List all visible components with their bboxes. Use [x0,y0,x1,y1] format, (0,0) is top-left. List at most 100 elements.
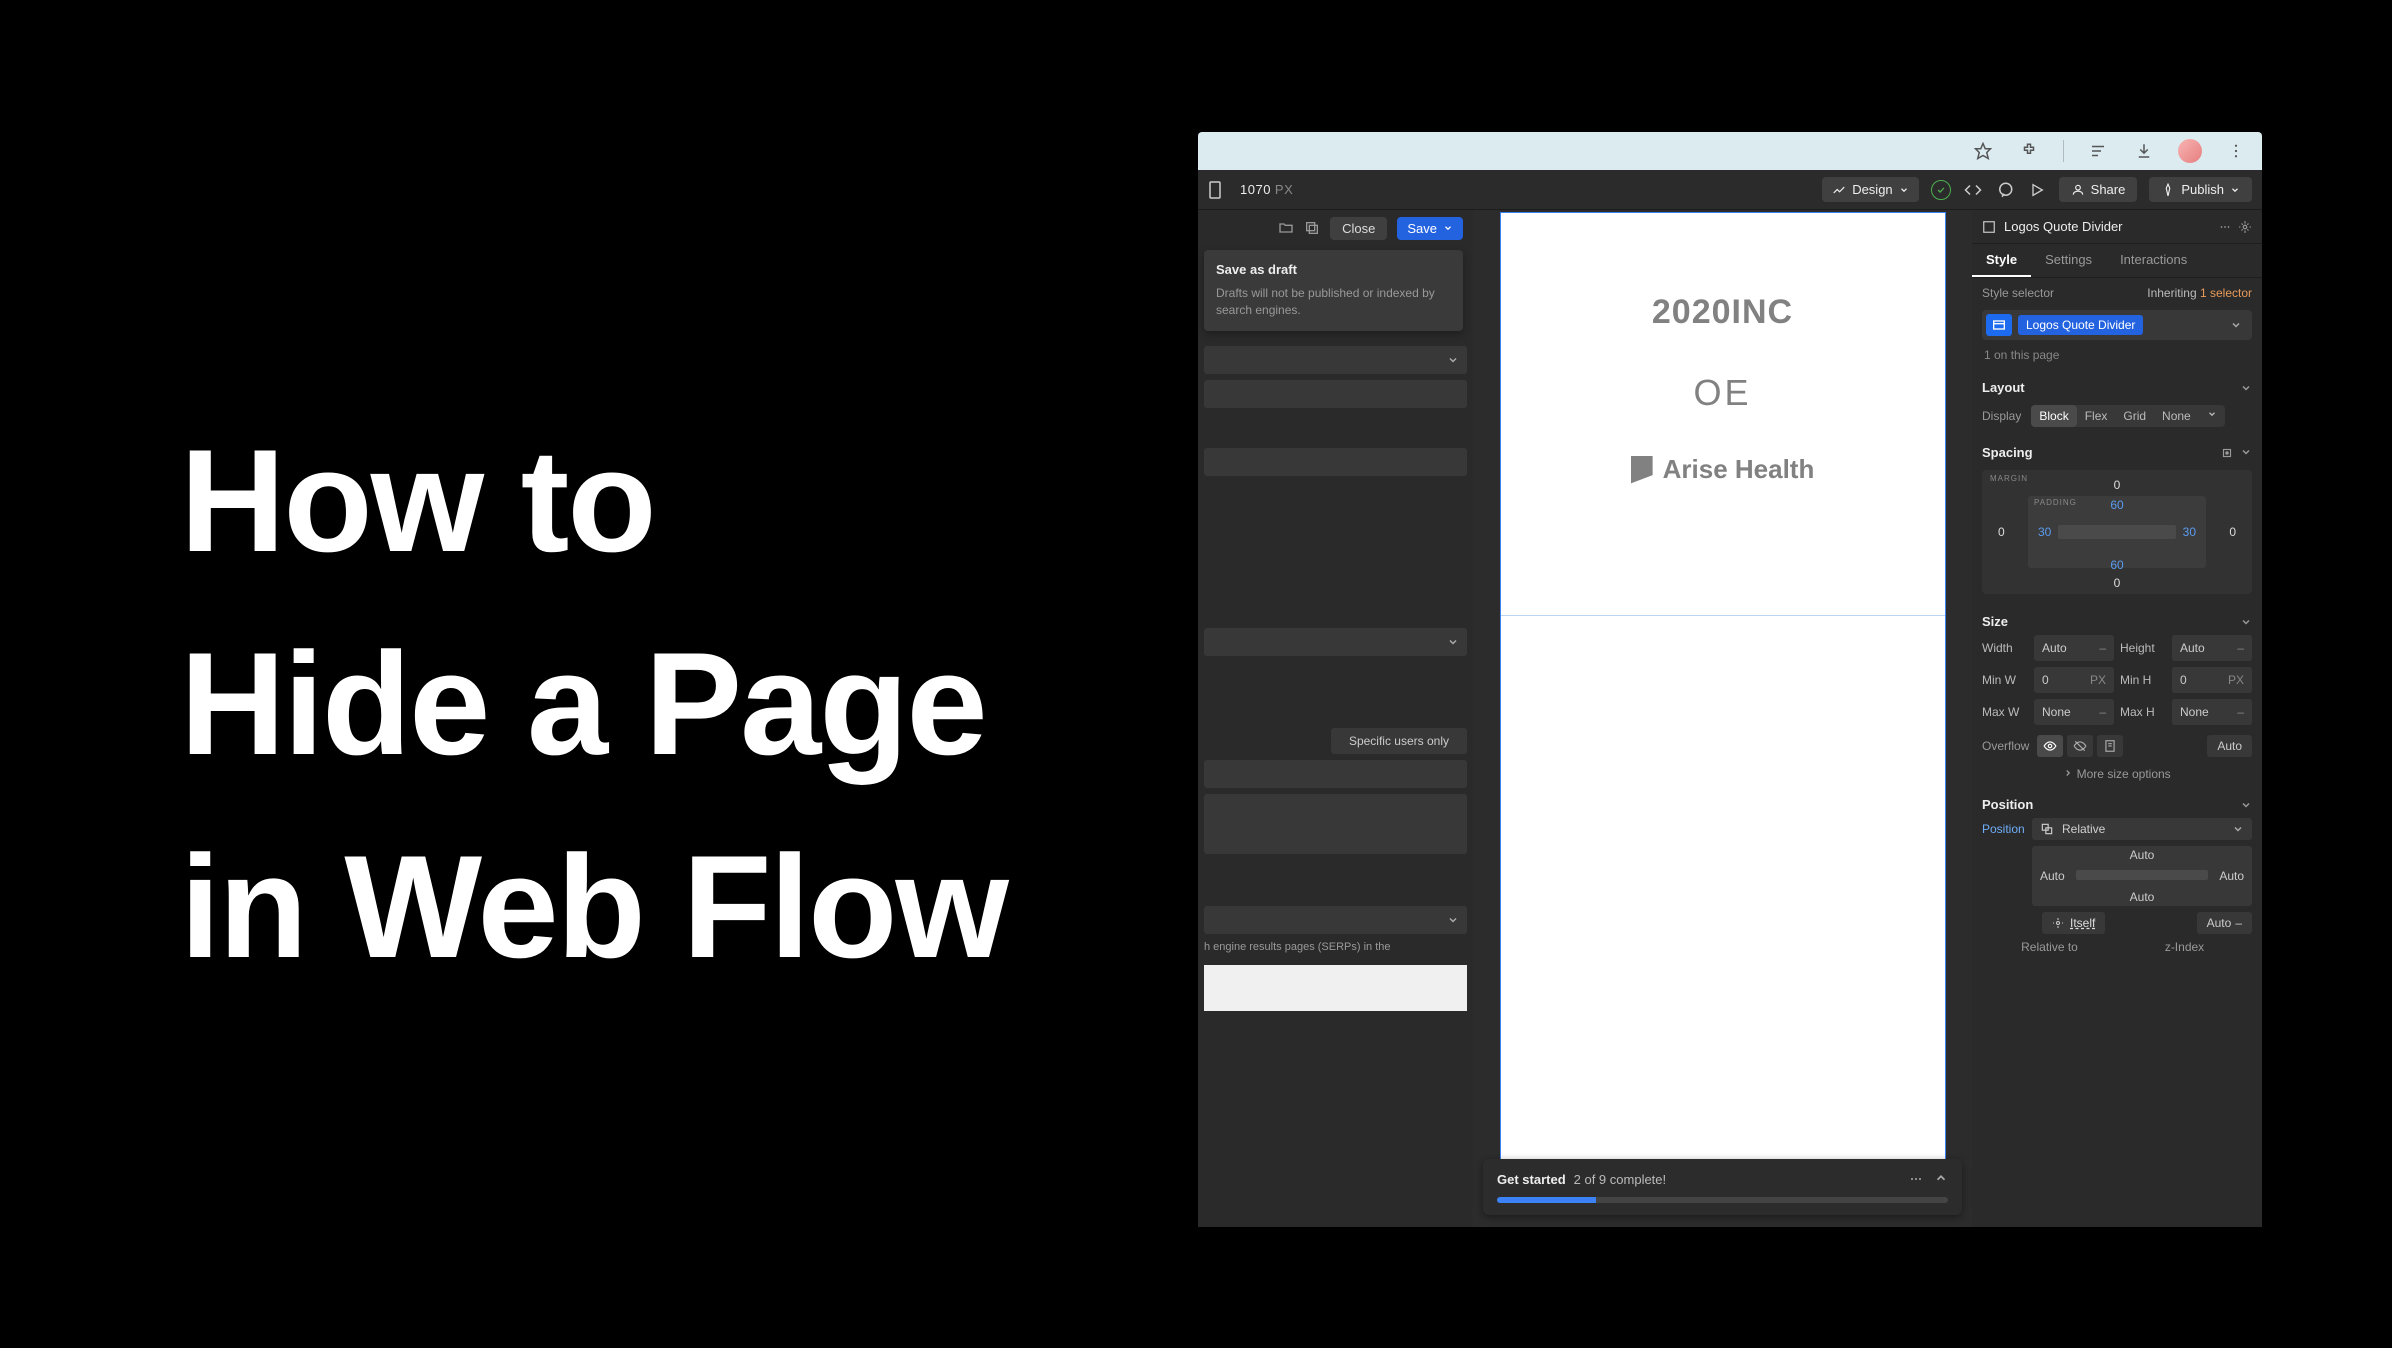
position-select[interactable]: Relative [2032,818,2252,840]
more-size-options[interactable]: More size options [1972,761,2262,787]
overflow-hidden-icon[interactable] [2067,735,2093,757]
spacing-box-model[interactable]: MARGIN 0 0 0 0 PADDING 60 60 30 30 [1982,470,2252,594]
status-check-icon[interactable] [1931,180,1951,200]
design-mode-dropdown[interactable]: Design [1822,177,1918,202]
display-block[interactable]: Block [2031,405,2076,427]
chevron-down-icon [1447,636,1459,648]
share-button[interactable]: Share [2059,177,2138,202]
maxw-input[interactable]: None – [2034,699,2114,725]
tab-style[interactable]: Style [1972,244,2031,277]
code-export-icon[interactable] [1963,180,1983,200]
spacing-collapse-icon[interactable] [2240,446,2252,460]
inset-box[interactable]: Auto Auto Auto Auto [2032,846,2252,906]
save-button[interactable]: Save [1397,217,1463,240]
margin-left[interactable]: 0 [1998,525,2005,539]
preview-play-icon[interactable] [2027,180,2047,200]
overflow-label: Overflow [1982,739,2029,753]
maxh-input[interactable]: None – [2172,699,2252,725]
display-grid[interactable]: Grid [2115,405,2154,427]
padding-top[interactable]: 60 [2110,498,2123,512]
inheriting-count[interactable]: Inheriting 1 selector [2147,286,2252,300]
overflow-visible-icon[interactable] [2037,735,2063,757]
padding-right[interactable]: 30 [2183,525,2196,539]
selection-outline [1501,615,1945,616]
chrome-divider [2063,140,2064,162]
inset-right[interactable]: Auto [2219,869,2244,883]
spacing-expand-icon[interactable] [2220,446,2234,460]
z-index-auto[interactable]: Auto – [2197,912,2252,934]
selector-chip[interactable]: Logos Quote Divider [1982,310,2252,340]
title-line-2: Hide a Page [180,622,986,785]
height-input[interactable]: Auto – [2172,635,2252,661]
folder-icon[interactable] [1278,220,1294,236]
gs-collapse-icon[interactable] [1934,1171,1948,1187]
position-collapse-icon[interactable] [2240,799,2252,811]
breakpoint-unit: PX [1275,182,1293,197]
gs-more-icon[interactable] [1908,1171,1924,1187]
display-segment: Block Flex Grid None [2031,405,2224,427]
panel-input-2[interactable] [1204,448,1467,476]
inset-bottom[interactable]: Auto [2130,890,2155,904]
panel-select-1[interactable] [1204,346,1467,374]
reading-list-icon[interactable] [2086,139,2110,163]
profile-avatar[interactable] [2178,139,2202,163]
publish-button[interactable]: Publish [2149,177,2252,202]
spacing-center [2058,525,2176,539]
download-icon[interactable] [2132,139,2156,163]
tab-settings[interactable]: Settings [2031,244,2106,277]
arise-flag-icon [1631,456,1653,484]
design-brush-icon [1832,183,1846,197]
style-selector-label: Style selector [1982,286,2054,300]
tab-interactions[interactable]: Interactions [2106,244,2201,277]
serp-help-text: h engine results pages (SERPs) in the [1204,940,1467,955]
panel-input-1[interactable] [1204,380,1467,408]
panel-textarea[interactable] [1204,794,1467,854]
element-settings-icon[interactable] [2238,220,2252,234]
minh-input[interactable]: 0 PX [2172,667,2252,693]
margin-right[interactable]: 0 [2229,525,2236,539]
overflow-auto-chip[interactable]: Auto [2207,735,2252,757]
minw-input[interactable]: 0 PX [2034,667,2114,693]
selector-chevron-icon[interactable] [2230,319,2248,331]
margin-top[interactable]: 0 [2114,478,2121,492]
panel-input-3[interactable] [1204,760,1467,788]
on-page-count: 1 on this page [1972,346,2262,370]
inset-top[interactable]: Auto [2130,848,2155,862]
display-more-icon[interactable] [2199,405,2225,427]
overflow-scroll-icon[interactable] [2097,735,2123,757]
bookmark-star-icon[interactable] [1971,139,1995,163]
display-flex[interactable]: Flex [2077,405,2116,427]
segment-specific-users[interactable]: Specific users only [1331,728,1467,754]
style-panel-tabs: Style Settings Interactions [1972,244,2262,278]
selector-class-tag[interactable]: Logos Quote Divider [2018,315,2143,335]
margin-bottom[interactable]: 0 [2114,576,2121,590]
breakpoint-display[interactable]: 1070PX [1240,182,1293,197]
element-more-icon[interactable] [2218,220,2232,234]
inset-left[interactable]: Auto [2040,869,2065,883]
webflow-editor-window: 1070PX Design Share [1198,132,2262,1227]
position-relative-icon [2040,822,2054,836]
width-input[interactable]: Auto – [2034,635,2114,661]
selector-state-icon[interactable] [1986,314,2012,336]
height-label: Height [2120,641,2166,655]
size-collapse-icon[interactable] [2240,616,2252,628]
relative-to-itself[interactable]: Itself [2042,912,2105,934]
canvas[interactable]: 2020INC OE Arise Health [1500,212,1946,1172]
extensions-puzzle-icon[interactable] [2017,139,2041,163]
display-label: Display [1982,409,2021,423]
display-none[interactable]: None [2154,405,2199,427]
comments-icon[interactable] [1995,180,2015,200]
chevron-down-icon [2232,823,2244,835]
padding-bottom[interactable]: 60 [2110,558,2123,572]
padding-left[interactable]: 30 [2038,525,2051,539]
device-tablet-icon[interactable] [1208,181,1228,199]
get-started-toast: Get started 2 of 9 complete! [1483,1159,1962,1215]
layout-collapse-icon[interactable] [2240,382,2252,394]
visibility-segment[interactable]: Specific users only [1204,728,1467,754]
panel-select-2[interactable] [1204,628,1467,656]
copy-icon[interactable] [1304,220,1320,236]
browser-menu-icon[interactable] [2224,139,2248,163]
close-button[interactable]: Close [1330,217,1387,240]
logo-arise-text: Arise Health [1663,454,1815,485]
panel-select-3[interactable] [1204,906,1467,934]
